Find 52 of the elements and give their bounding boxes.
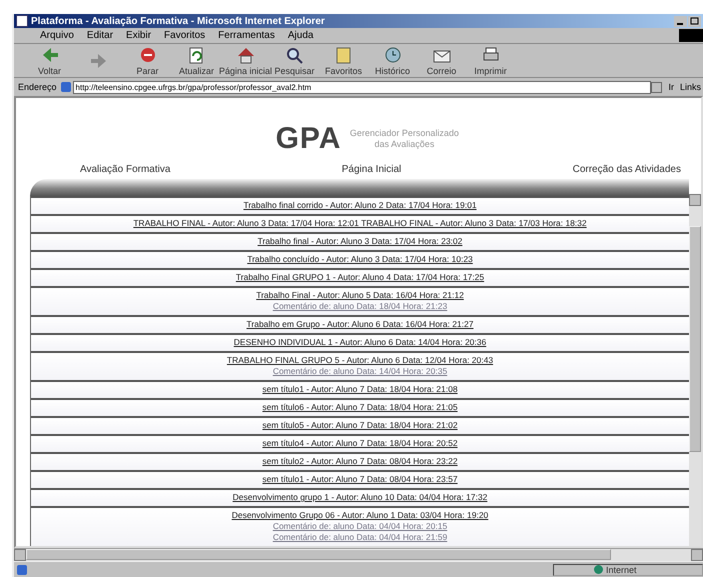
dropdown-icon[interactable] <box>651 82 662 92</box>
submission-link[interactable]: Trabalho Final - Autor: Aluno 5 Data: 16/04 Hora: 21:12 <box>256 290 464 301</box>
submission-link[interactable]: TRABALHO FINAL GRUPO 5 - Autor: Aluno 6 Data: 12/04 Hora: 20:43 <box>226 355 494 366</box>
submission-link[interactable]: sem título4 - Autor: Aluno 7 Data: 18/04 Hora: 20:52 <box>262 438 458 449</box>
vertical-scrollbar-thumb[interactable] <box>689 226 701 452</box>
submission-link[interactable]: Desenvolvimento Grupo 06 - Autor: Aluno 1 Data: 03/04 Hora: 19:20 <box>232 510 488 521</box>
submission-link[interactable]: sem título1 - Autor: Aluno 7 Data: 08/04 Hora: 23:57 <box>262 474 458 485</box>
menu-item[interactable]: Exibir <box>126 30 152 41</box>
toolbar-button[interactable]: Imprimir <box>467 45 514 76</box>
maximize-button[interactable] <box>688 16 701 26</box>
minimize-button[interactable] <box>674 16 687 26</box>
logo-subtitle: Gerenciador Personalizado das Avaliações <box>349 128 460 150</box>
window-icon <box>16 15 28 27</box>
nav-link[interactable]: Avaliação Formativa <box>80 164 170 177</box>
toolbar-button[interactable]: Histórico <box>369 45 416 76</box>
comment-link[interactable]: Comentário de: aluno Data: 14/04 Hora: 20:35 <box>272 366 448 377</box>
horizontal-scrollbar-thumb[interactable] <box>26 549 612 560</box>
links-button[interactable]: Links <box>680 82 701 92</box>
submission-link[interactable]: sem título2 - Autor: Aluno 7 Data: 08/04 Hora: 23:22 <box>262 456 458 467</box>
nav-link[interactable]: Página Inicial <box>342 164 402 177</box>
toolbar-button[interactable]: Atualizar <box>173 45 220 76</box>
menu-item[interactable]: Ajuda <box>288 30 314 41</box>
scroll-left-button[interactable] <box>14 549 26 561</box>
scroll-up-button[interactable] <box>689 194 701 206</box>
page-icon <box>60 82 71 92</box>
submission-link[interactable]: sem título1 - Autor: Aluno 7 Data: 18/04 Hora: 21:08 <box>262 384 458 395</box>
menu-item[interactable]: Ferramentas <box>218 30 275 41</box>
nav-link[interactable]: Correção das Atividades <box>572 164 681 177</box>
zone-label: Internet <box>606 564 637 574</box>
go-button[interactable]: Ir <box>666 82 676 92</box>
page-icon <box>17 564 27 574</box>
comment-link[interactable]: Comentário de: aluno Data: 04/04 Hora: 20:15 <box>272 521 448 532</box>
address-field[interactable]: http://teleensino.cpgee.ufrgs.br/gpa/professor/professor_aval2.htm <box>72 80 652 94</box>
scroll-right-button[interactable] <box>691 549 703 561</box>
toolbar-button[interactable]: Pesquisar <box>271 45 318 76</box>
toolbar-button[interactable]: Página inicial <box>222 45 269 76</box>
address-label: Endereço <box>18 82 57 92</box>
comment-link[interactable]: Comentário de: aluno Data: 04/04 Hora: 21:59 <box>272 532 448 543</box>
globe-icon <box>594 565 603 574</box>
menu-item[interactable]: Favoritos <box>164 30 206 41</box>
window-title: Plataforma - Avaliação Formativa - Microsoft Internet Explorer <box>31 16 326 26</box>
submission-link[interactable]: sem título6 - Autor: Aluno 7 Data: 18/04 Hora: 21:05 <box>262 402 458 413</box>
menu-item[interactable]: Editar <box>86 30 114 41</box>
logo: GPA <box>276 122 342 156</box>
toolbar-button[interactable]: Parar <box>124 45 171 76</box>
submission-link[interactable]: Trabalho final - Autor: Aluno 3 Data: 17/04 Hora: 23:02 <box>258 236 462 247</box>
comment-link[interactable]: Comentário de: aluno Data: 18/04 Hora: 21:23 <box>272 301 448 312</box>
menu-item[interactable]: Arquivo <box>40 30 74 41</box>
toolbar-button[interactable]: Correio <box>418 45 465 76</box>
submission-link[interactable]: sem título5 - Autor: Aluno 7 Data: 18/04 Hora: 21:02 <box>262 420 458 431</box>
toolbar-button[interactable]: Favoritos <box>320 45 367 76</box>
toolbar-button[interactable]: Voltar <box>26 45 73 76</box>
